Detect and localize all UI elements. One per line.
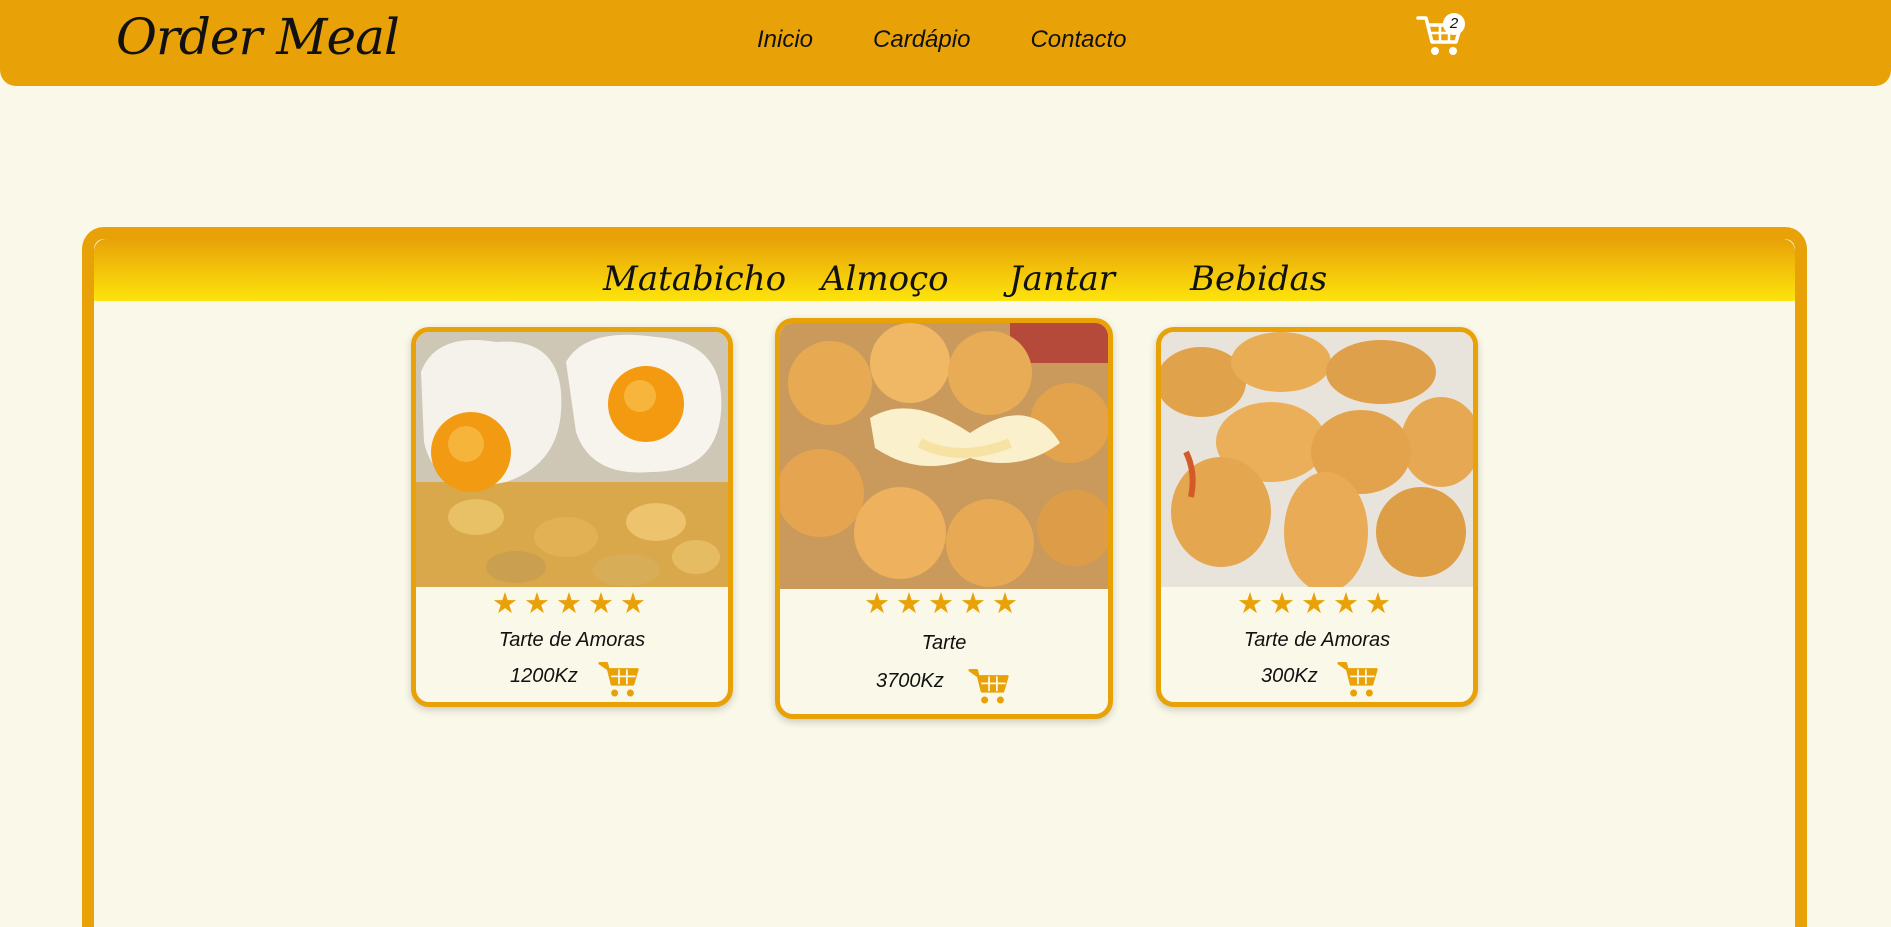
add-to-cart-icon[interactable] <box>598 658 640 700</box>
product-card[interactable]: ★★★★★ Tarte 3700Kz <box>775 318 1113 719</box>
menu-tabs: Matabicho Almoço Jantar Bebidas <box>94 239 1795 301</box>
product-price: 3700Kz <box>876 670 944 692</box>
tab-matabicho[interactable]: Matabicho <box>603 259 786 299</box>
product-image-fried-eggs <box>416 332 728 587</box>
main-nav: Inicio Cardápio Contacto <box>757 26 1187 54</box>
product-price: 300Kz <box>1261 665 1318 687</box>
product-card[interactable]: ★★★★★ Tarte de Amoras 1200Kz <box>411 327 733 707</box>
nav-cardapio[interactable]: Cardápio <box>873 26 970 54</box>
tab-bebidas[interactable]: Bebidas <box>1190 259 1327 299</box>
product-image-croquettes <box>780 323 1108 589</box>
product-name: Tarte de Amoras <box>1243 629 1391 651</box>
nav-inicio[interactable]: Inicio <box>757 26 813 54</box>
cart-count-badge: 2 <box>1443 13 1465 35</box>
product-name: Tarte de Amoras <box>498 629 646 651</box>
product-card[interactable]: ★★★★★ Tarte de Amoras 300Kz <box>1156 327 1478 707</box>
product-image-rissoles <box>1161 332 1473 587</box>
logo[interactable]: Order Meal <box>116 8 400 66</box>
product-price: 1200Kz <box>510 665 578 687</box>
tab-almoco[interactable]: Almoço <box>821 259 949 299</box>
add-to-cart-icon[interactable] <box>1337 658 1379 700</box>
tab-jantar[interactable]: Jantar <box>1009 259 1115 299</box>
rating-stars: ★★★★★ <box>1237 586 1397 620</box>
top-header: Order Meal Inicio Cardápio Contacto 2 <box>0 0 1891 86</box>
product-name: Tarte <box>921 632 967 654</box>
rating-stars: ★★★★★ <box>864 586 1024 620</box>
nav-contacto[interactable]: Contacto <box>1030 26 1126 54</box>
rating-stars: ★★★★★ <box>492 586 652 620</box>
add-to-cart-icon[interactable] <box>968 665 1010 707</box>
